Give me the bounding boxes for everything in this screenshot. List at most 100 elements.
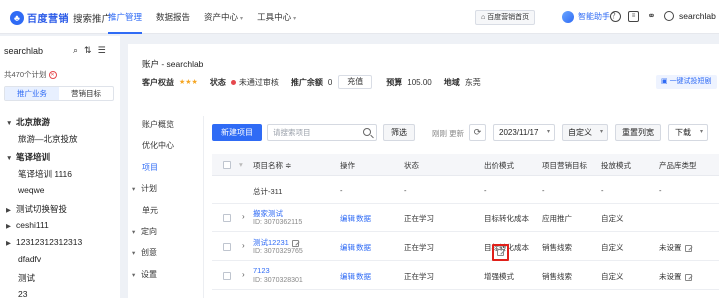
help-icon[interactable]: ？ <box>610 11 621 22</box>
user-avatar-icon[interactable] <box>664 11 674 21</box>
new-project-button[interactable]: 新建项目 <box>212 124 262 141</box>
nav-tool-center[interactable]: 工具中心 ▾ <box>250 0 303 34</box>
tree-item[interactable]: ▶ ceshi111 <box>6 220 49 230</box>
data-link[interactable]: 数据 <box>356 271 371 282</box>
col-project-name[interactable]: 项目名称 ≑ <box>253 160 291 171</box>
row-checkbox[interactable] <box>223 214 231 222</box>
customize-columns-button[interactable]: 自定义 ▾ <box>562 124 608 141</box>
one-click-trial-button[interactable]: ▣ 一键试投短剧 <box>656 75 717 89</box>
download-button[interactable]: 下载 ▾ <box>668 124 708 141</box>
col-delivery-mode: 投放模式 <box>601 161 631 170</box>
reset-column-width-button[interactable]: 重置列宽 <box>615 124 661 141</box>
collapse-panel-icon[interactable]: ☰ <box>98 45 106 56</box>
warning-icon[interactable]: ✕ <box>48 71 57 80</box>
charge-button[interactable]: 充值 <box>338 75 373 89</box>
status-value: 未通过审核 <box>238 77 279 87</box>
edit-link[interactable]: 编辑 <box>340 213 355 224</box>
search-icon[interactable] <box>363 128 371 136</box>
tree-item[interactable]: 23 <box>18 289 27 298</box>
content-nav-item[interactable]: 优化中心 <box>142 140 174 151</box>
message-icon[interactable]: ≡ <box>628 11 639 22</box>
bid-mode-cell: 增强模式 <box>484 272 514 281</box>
tree-item[interactable]: weqwe <box>18 185 44 195</box>
content-nav-item[interactable]: 项目 <box>142 162 158 173</box>
tree-item-label: weqwe <box>18 185 45 196</box>
nav-promotion-management[interactable]: 推广管理 <box>101 0 149 34</box>
tree-item[interactable]: ▼ 北京旅游 <box>6 116 50 128</box>
tree-item[interactable]: 旅游—北京投放 <box>18 133 78 145</box>
content-nav-label: 计划 <box>141 184 157 194</box>
caret-down-icon[interactable]: ▼ <box>6 155 16 162</box>
username[interactable]: searchlab <box>679 11 716 21</box>
link-icon[interactable]: ⚭ <box>646 11 657 22</box>
refresh-icon[interactable]: ⟳ <box>469 124 486 141</box>
filter-button[interactable]: 筛选 <box>383 124 415 141</box>
content-nav-item[interactable]: 单元 <box>142 205 158 216</box>
col-operation: 操作 <box>340 161 355 170</box>
top-bar: ♣ 百度营销 搜索推广 推广管理 数据报告 资产中心 ▾ 工具中心 ▾ ⌂ 百度营销… <box>0 0 719 34</box>
content-nav-label: 项目 <box>142 162 158 172</box>
table-header: ▾ 项目名称 ≑ 操作 状态 出价模式 项目营销目标 投放模式 产品库类型 <box>212 154 719 176</box>
tree-tabs: 推广业务 营销目标 <box>4 86 114 101</box>
expand-row-icon[interactable]: › <box>242 241 245 250</box>
rating-stars: ★★★ <box>179 79 198 86</box>
paw-logo-icon: ♣ <box>10 10 24 25</box>
content-nav-item[interactable]: ▾ 创意 <box>132 247 157 258</box>
content-nav-item[interactable]: ▾ 设置 <box>132 269 157 280</box>
tree-item[interactable]: ▶ 12312312312313 <box>6 237 82 247</box>
tree-item-label: 笔译培训 <box>16 151 51 162</box>
date-picker[interactable]: 2023/11/17 ▾ <box>493 124 555 141</box>
baidu-marketing-home-button[interactable]: ⌂ 百度营销首页 <box>475 10 536 25</box>
data-link[interactable]: 数据 <box>356 213 371 224</box>
search-icon[interactable]: ⌕ <box>73 45 78 56</box>
edit-name-icon[interactable] <box>291 239 299 247</box>
search-input[interactable] <box>268 125 360 140</box>
total-cell: - <box>659 186 662 195</box>
nav-data-report[interactable]: 数据报告 <box>149 0 197 34</box>
tree-item[interactable]: 测试 <box>18 272 35 284</box>
col-product-library-type: 产品库类型 <box>659 161 697 170</box>
caret-down-icon[interactable]: ▼ <box>6 120 16 127</box>
region-value[interactable]: 东莞 <box>465 77 481 88</box>
content-nav-label: 设置 <box>141 269 157 279</box>
tree-item[interactable]: ▼ 笔译培训 <box>6 151 50 163</box>
caret-right-icon[interactable]: ▶ <box>6 222 16 230</box>
tree-item-label: 旅游—北京投放 <box>18 134 78 145</box>
edit-icon[interactable] <box>497 249 504 256</box>
row-checkbox[interactable] <box>223 243 231 251</box>
row-checkbox[interactable] <box>223 272 231 280</box>
smart-assistant-button[interactable]: 智能助手 <box>560 9 616 25</box>
edit-link[interactable]: 编辑 <box>340 242 355 253</box>
edit-icon[interactable] <box>684 273 692 281</box>
content-nav-item[interactable]: ▾ 定向 <box>132 226 157 237</box>
tab-marketing-goal[interactable]: 营销目标 <box>59 87 113 100</box>
content-nav-item[interactable]: 账户概览 <box>142 119 174 130</box>
tree-item[interactable]: dfadfv <box>18 254 41 264</box>
status-dot <box>230 79 236 85</box>
edit-link[interactable]: 编辑 <box>340 271 355 282</box>
tab-promotion-business[interactable]: 推广业务 <box>5 87 59 100</box>
sort-icon[interactable]: ⇅ <box>84 45 92 56</box>
baidu-logo[interactable]: ♣ 百度营销 搜索推广 <box>10 10 111 25</box>
chevron-down-icon: ▾ <box>293 16 297 22</box>
budget-label: 预算 <box>386 77 403 87</box>
caret-right-icon[interactable]: ▶ <box>6 206 16 214</box>
content-nav-item[interactable]: ▾ 计划 <box>132 183 157 194</box>
tree-item[interactable]: 笔译培训 1116 <box>18 168 72 180</box>
nav-asset-center[interactable]: 资产中心 ▾ <box>197 0 250 34</box>
select-all-checkbox[interactable] <box>223 161 231 169</box>
data-link[interactable]: 数据 <box>356 242 371 253</box>
highlighted-edit-delivery-mode[interactable] <box>492 244 509 261</box>
edit-icon[interactable] <box>684 244 692 252</box>
budget-value[interactable]: 105.00 <box>407 78 431 87</box>
marketing-goal-cell: 销售线索 <box>542 243 572 252</box>
project-search <box>267 124 377 141</box>
tree-item[interactable]: ▶ 测试切换智投 <box>6 203 67 215</box>
caret-right-icon[interactable]: ▶ <box>6 239 16 247</box>
project-name-link[interactable]: 搬家测试 <box>253 208 283 219</box>
project-name-link[interactable]: 7123 <box>253 266 270 275</box>
project-name-link[interactable]: 测试12231 <box>253 237 299 248</box>
expand-row-icon[interactable]: › <box>242 212 245 221</box>
marketing-goal-cell: 销售线索 <box>542 272 572 281</box>
expand-row-icon[interactable]: › <box>242 270 245 279</box>
